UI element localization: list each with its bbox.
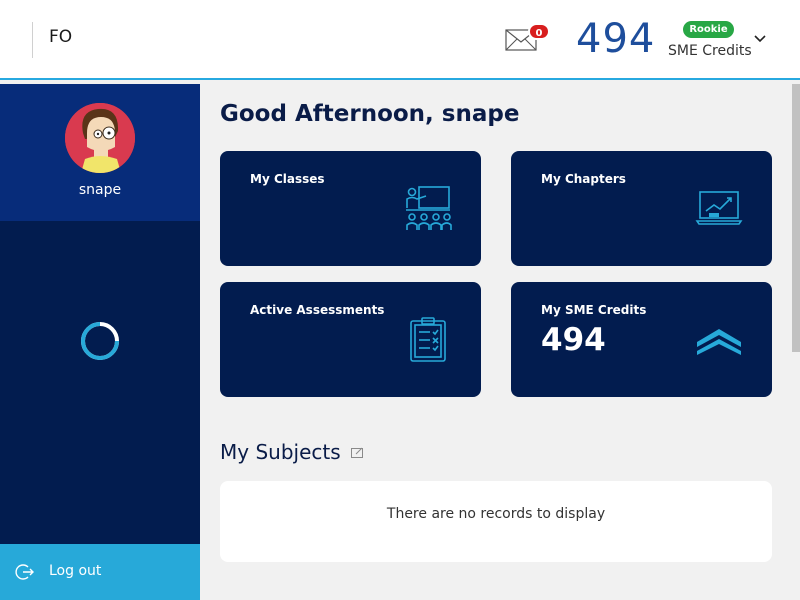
my-subjects-heading: My Subjects <box>220 440 341 464</box>
sidebar-body <box>0 221 200 544</box>
chevron-down-icon[interactable] <box>753 34 767 44</box>
avatar[interactable] <box>65 103 135 173</box>
card-active-assessments[interactable]: Active Assessments <box>220 282 481 397</box>
loading-spinner-icon <box>81 322 119 360</box>
rank-badge: Rookie <box>683 21 734 38</box>
mail-count-badge: 0 <box>528 23 550 40</box>
credits-value: 494 <box>576 16 656 62</box>
card-my-chapters[interactable]: My Chapters <box>511 151 772 266</box>
card-title: My Chapters <box>541 172 626 186</box>
edit-icon[interactable] <box>351 447 364 458</box>
subjects-panel: There are no records to display <box>220 481 772 562</box>
logout-label: Log out <box>49 563 102 579</box>
card-title: My Classes <box>250 172 325 186</box>
profile-panel: snape <box>0 84 200 221</box>
clipboard-checklist-icon <box>410 317 446 362</box>
card-title: Active Assessments <box>250 303 385 317</box>
rank-chevron-icon <box>697 329 741 355</box>
username-label: snape <box>78 182 122 198</box>
card-credits-value: 494 <box>541 322 606 358</box>
empty-state-message: There are no records to display <box>386 506 606 522</box>
card-title: My SME Credits <box>541 303 647 317</box>
credits-label: SME Credits <box>668 43 752 59</box>
top-header: FO 0 494 Rookie SME Credits <box>0 0 800 80</box>
logout-button[interactable]: Log out <box>0 544 200 600</box>
brand-logo-text[interactable]: FO <box>49 27 72 47</box>
classroom-teacher-icon <box>406 186 452 230</box>
header-divider <box>32 22 33 58</box>
avatar-character-icon <box>65 103 135 173</box>
logout-icon <box>15 564 34 580</box>
card-my-sme-credits[interactable]: My SME Credits 494 <box>511 282 772 397</box>
laptop-chart-icon <box>695 191 743 225</box>
page-greeting: Good Afternoon, snape <box>220 101 520 127</box>
scrollbar-thumb[interactable] <box>792 84 800 352</box>
card-my-classes[interactable]: My Classes <box>220 151 481 266</box>
